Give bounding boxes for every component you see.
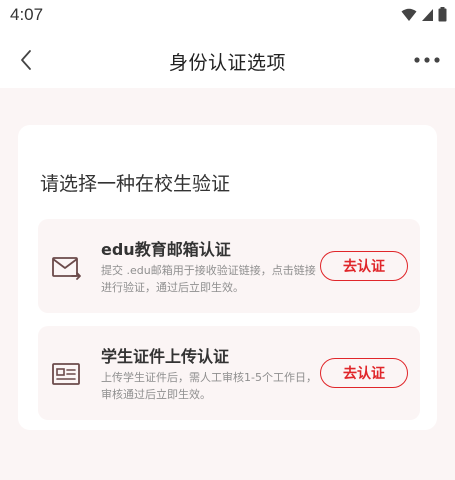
option-description: 上传学生证件后，需人工审核1-5个工作日，审核通过后立即生效。: [101, 371, 317, 401]
option-description: 提交 .edu邮箱用于接收验证链接，点击链接进行验证，通过后立即生效。: [101, 264, 316, 294]
page-title: 身份认证选项: [168, 52, 286, 74]
more-options-icon[interactable]: [411, 46, 443, 74]
option-title: edu教育邮箱认证: [101, 240, 231, 259]
id-card-icon: [52, 363, 80, 385]
option-title: 学生证件上传认证: [101, 347, 230, 366]
option-student-id-upload[interactable]: 学生证件上传认证 上传学生证件后，需人工审核1-5个工作日，审核通过后立即生效。…: [38, 326, 420, 420]
mail-icon: [52, 257, 81, 280]
status-icons: [401, 7, 447, 22]
card-heading: 请选择一种在校生验证: [40, 173, 231, 195]
battery-icon: [438, 7, 447, 22]
signal-icon: [422, 8, 433, 21]
wifi-icon: [401, 8, 417, 21]
status-time: 4:07: [10, 5, 44, 24]
go-verify-button[interactable]: 去认证: [320, 251, 408, 281]
go-verify-button[interactable]: 去认证: [320, 358, 408, 388]
app-bar: 身份认证选项: [0, 32, 455, 88]
verification-card: 请选择一种在校生验证 edu教育邮箱认证 提交 .edu邮箱用于接收验证链接，点…: [18, 125, 437, 430]
option-edu-email[interactable]: edu教育邮箱认证 提交 .edu邮箱用于接收验证链接，点击链接进行验证，通过后…: [38, 219, 420, 313]
status-bar: 4:07: [0, 0, 455, 32]
